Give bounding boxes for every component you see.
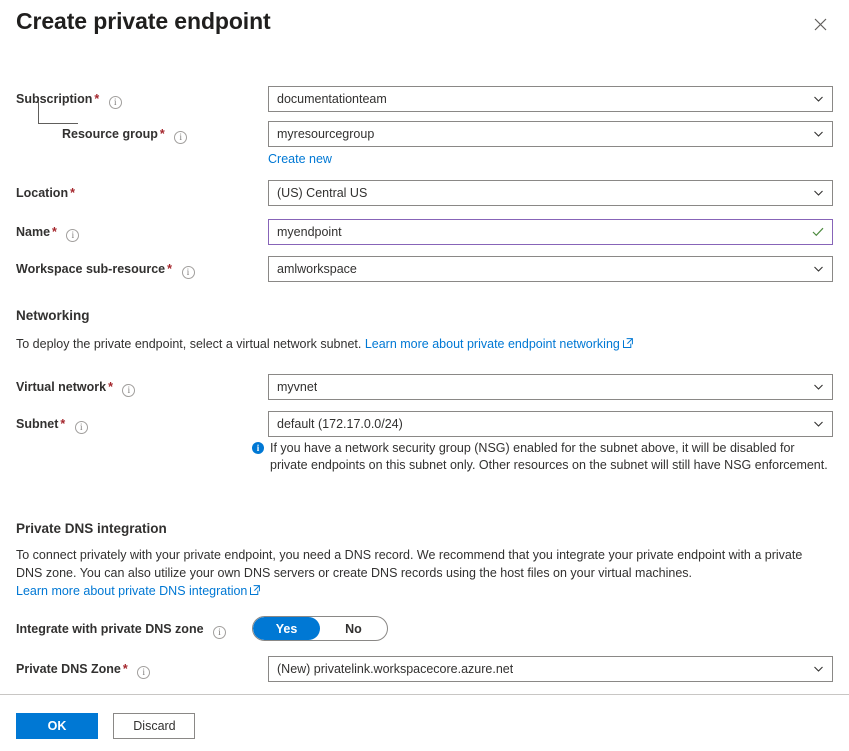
required-asterisk: *: [94, 92, 99, 106]
label-private-dns-zone-text: Private DNS Zone: [16, 662, 121, 676]
panel-header: Create private endpoint: [0, 0, 849, 52]
required-asterisk: *: [52, 225, 57, 239]
tree-connector: [38, 102, 78, 124]
required-asterisk: *: [108, 380, 113, 394]
virtual-network-dropdown[interactable]: myvnet: [268, 374, 833, 400]
label-integrate-dns: Integrate with private DNS zone i: [16, 621, 226, 639]
label-integrate-dns-text: Integrate with private DNS zone: [16, 622, 204, 636]
page-title: Create private endpoint: [16, 8, 271, 35]
virtual-network-value: myvnet: [277, 380, 317, 394]
external-link-icon: [623, 338, 633, 348]
footer-actions: OK Discard: [16, 713, 195, 739]
private-dns-zone-dropdown[interactable]: (New) privatelink.workspacecore.azure.ne…: [268, 656, 833, 682]
resource-group-value: myresourcegroup: [277, 127, 374, 141]
name-value: myendpoint: [277, 225, 342, 239]
workspace-sub-resource-control: amlworkspace: [268, 256, 833, 282]
label-name-text: Name: [16, 225, 50, 239]
required-asterisk: *: [160, 127, 165, 141]
networking-learn-more-link[interactable]: Learn more about private endpoint networ…: [365, 337, 620, 351]
info-icon[interactable]: i: [109, 96, 122, 109]
ok-button[interactable]: OK: [16, 713, 98, 739]
label-name: Name* i: [16, 224, 79, 242]
location-value: (US) Central US: [277, 186, 367, 200]
chevron-down-icon: [813, 264, 824, 275]
chevron-down-icon: [813, 94, 824, 105]
required-asterisk: *: [123, 662, 128, 676]
toggle-option-no[interactable]: No: [320, 617, 387, 640]
info-icon[interactable]: i: [174, 131, 187, 144]
subnet-value: default (172.17.0.0/24): [277, 417, 403, 431]
section-heading-networking: Networking: [16, 308, 90, 323]
nsg-info-text: If you have a network security group (NS…: [270, 441, 828, 472]
private-dns-zone-control: (New) privatelink.workspacecore.azure.ne…: [268, 656, 833, 682]
private-dns-zone-value: (New) privatelink.workspacecore.azure.ne…: [277, 662, 513, 676]
info-icon[interactable]: i: [122, 384, 135, 397]
info-icon[interactable]: i: [75, 421, 88, 434]
virtual-network-control: myvnet: [268, 374, 833, 400]
info-icon[interactable]: i: [137, 666, 150, 679]
nsg-info-callout: i If you have a network security group (…: [252, 440, 830, 474]
subscription-dropdown-wrap: documentationteam: [268, 86, 833, 112]
label-resource-group: Resource group* i: [62, 126, 187, 144]
dns-learn-more-link[interactable]: Learn more about private DNS integration: [16, 584, 247, 598]
toggle-option-yes[interactable]: Yes: [253, 617, 320, 640]
resource-group-dropdown[interactable]: myresourcegroup: [268, 121, 833, 147]
label-subnet: Subnet* i: [16, 416, 88, 434]
location-control: (US) Central US: [268, 180, 833, 206]
dns-link-row: Learn more about private DNS integration: [16, 582, 260, 600]
required-asterisk: *: [60, 417, 65, 431]
footer-divider: [0, 694, 849, 695]
networking-description: To deploy the private endpoint, select a…: [16, 335, 836, 353]
name-control: myendpoint: [268, 219, 833, 245]
name-input[interactable]: myendpoint: [268, 219, 833, 245]
label-private-dns-zone: Private DNS Zone* i: [16, 661, 150, 679]
label-subnet-text: Subnet: [16, 417, 58, 431]
info-icon[interactable]: i: [66, 229, 79, 242]
info-badge-icon: i: [252, 442, 264, 454]
section-heading-private-dns: Private DNS integration: [16, 521, 167, 536]
info-icon[interactable]: i: [182, 266, 195, 279]
create-new-resource-group-link[interactable]: Create new: [268, 152, 332, 166]
label-location-text: Location: [16, 186, 68, 200]
label-workspace-sub-resource-text: Workspace sub-resource: [16, 262, 165, 276]
info-icon[interactable]: i: [213, 626, 226, 639]
subscription-dropdown[interactable]: documentationteam: [268, 86, 833, 112]
resource-group-control: myresourcegroup Create new: [268, 121, 833, 168]
dns-description: To connect privately with your private e…: [16, 546, 828, 582]
discard-button[interactable]: Discard: [113, 713, 195, 739]
workspace-sub-resource-dropdown[interactable]: amlworkspace: [268, 256, 833, 282]
label-location: Location*: [16, 185, 75, 201]
required-asterisk: *: [70, 186, 75, 200]
chevron-down-icon: [813, 382, 824, 393]
label-resource-group-text: Resource group: [62, 127, 158, 141]
dns-description-text: To connect privately with your private e…: [16, 548, 802, 580]
integrate-dns-toggle[interactable]: Yes No: [252, 616, 388, 641]
chevron-down-icon: [813, 664, 824, 675]
create-private-endpoint-panel: Create private endpoint Subscription* i …: [0, 0, 849, 751]
external-link-icon: [250, 585, 260, 595]
checkmark-icon: [812, 226, 824, 238]
label-workspace-sub-resource: Workspace sub-resource* i: [16, 261, 195, 279]
required-asterisk: *: [167, 262, 172, 276]
subnet-control: default (172.17.0.0/24): [268, 411, 833, 437]
workspace-sub-resource-value: amlworkspace: [277, 262, 357, 276]
close-icon[interactable]: [809, 13, 831, 35]
chevron-down-icon: [813, 419, 824, 430]
subnet-dropdown[interactable]: default (172.17.0.0/24): [268, 411, 833, 437]
label-virtual-network: Virtual network* i: [16, 379, 135, 397]
chevron-down-icon: [813, 129, 824, 140]
label-virtual-network-text: Virtual network: [16, 380, 106, 394]
location-dropdown[interactable]: (US) Central US: [268, 180, 833, 206]
networking-description-text: To deploy the private endpoint, select a…: [16, 337, 361, 351]
chevron-down-icon: [813, 188, 824, 199]
subscription-value: documentationteam: [277, 92, 387, 106]
